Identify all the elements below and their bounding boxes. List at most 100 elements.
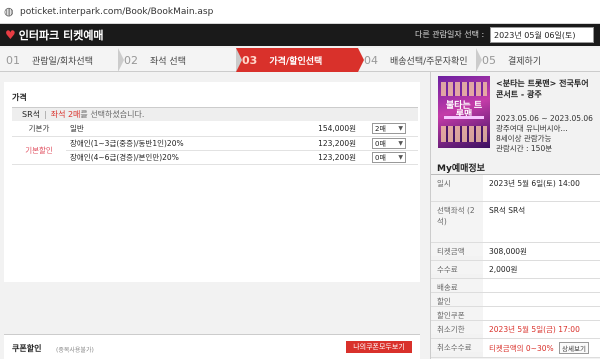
info-value: SR석 SR석 <box>483 202 600 242</box>
quantity-value: 2매 <box>375 125 386 134</box>
step-label: 좌석 선택 <box>150 56 186 67</box>
step-4[interactable]: 04 배송선택/주문자확인 <box>358 48 482 72</box>
poster-figures <box>441 82 487 96</box>
step-number: 03 <box>242 53 258 67</box>
price-panel-title: 가격 <box>12 93 27 102</box>
heart-logo-icon: ♥ <box>5 28 16 42</box>
event-venue: 광주여대 유니버시아... <box>496 124 568 133</box>
step-label: 가격/할인선택 <box>269 56 323 67</box>
date-select[interactable]: 2023년 05월 06일(토) <box>490 27 594 43</box>
qty-cell: 0매 ▼ <box>368 136 418 151</box>
seat-grade-row: SR석 | 좌석 2매 를 선택하셨습니다. <box>12 107 418 121</box>
coupon-subtitle: (중복사용불가) <box>56 347 94 354</box>
coupon-section: 쿠폰할인 (중복사용불가) 나의쿠폰모두보기 <box>4 334 420 359</box>
info-row: 선택좌석 (2석) SR석 SR석 <box>431 202 600 243</box>
price-name: 장애인(1~3급(중증)/동반1인)20% <box>66 136 288 151</box>
info-row: 수수료 2,000원 <box>431 261 600 279</box>
info-value: 티켓금액의 0~30% 상세보기 <box>483 339 600 357</box>
step-number: 05 <box>482 53 496 67</box>
view-coupons-button[interactable]: 나의쿠폰모두보기 <box>346 341 412 353</box>
price-amount: 123,200원 <box>288 136 368 151</box>
site-logo-text: 인터파크 티켓예매 <box>18 29 104 42</box>
event-info: 2023.05.06 ~ 2023.05.06 광주여대 유니버시아... 8세… <box>496 114 596 154</box>
price-amount: 123,200원 <box>288 150 368 165</box>
info-key: 티켓금액 <box>431 243 483 256</box>
step-5[interactable]: 05 결제하기 <box>476 48 600 72</box>
step-number: 04 <box>364 53 378 67</box>
step-label: 배송선택/주문자확인 <box>390 56 468 67</box>
quantity-value: 0매 <box>375 153 386 162</box>
cancel-fee: 티켓금액의 0~30% <box>489 344 554 353</box>
poster-bar <box>444 116 484 119</box>
globe-icon: ◍ <box>4 4 14 18</box>
chevron-right-icon <box>236 48 242 72</box>
step-3[interactable]: 03 가격/할인선택 <box>236 48 364 72</box>
step-label: 결제하기 <box>508 56 542 67</box>
info-key: 선택좌석 (2석) <box>431 202 483 242</box>
info-row: 티켓금액 308,000원 <box>431 243 600 261</box>
info-row: 배송료 <box>431 279 600 293</box>
price-amount: 154,000원 <box>288 122 368 137</box>
step-number: 01 <box>6 53 20 67</box>
info-key: 수수료 <box>431 261 483 274</box>
site-header: ♥ 인터파크 티켓예매 다른 관람일자 선택 : 2023년 05월 06일(토… <box>0 24 600 46</box>
price-name: 일반 <box>66 122 288 137</box>
event-dates: 2023.05.06 ~ 2023.05.06 <box>496 114 593 123</box>
quantity-select[interactable]: 0매 ▼ <box>372 151 406 163</box>
quantity-select[interactable]: 0매 ▼ <box>372 137 406 149</box>
event-poster: 불타는 트롯맨 <box>438 76 490 148</box>
coupon-title: 쿠폰할인 <box>12 344 42 353</box>
date-select-label: 다른 관람일자 선택 : <box>415 30 485 39</box>
price-name: 장애인(4~6급(경증)/본인만)20% <box>66 150 288 165</box>
browser-address-bar[interactable]: ◍ poticket.interpark.com/Book/BookMain.a… <box>0 0 600 24</box>
price-table: 기본가 일반 154,000원 2매 ▼ 기본할인 장애인(1~3급(중증)/동반… <box>12 122 418 165</box>
price-row: 기본가 일반 154,000원 2매 ▼ <box>12 122 418 137</box>
chevron-down-icon: ▼ <box>398 125 403 133</box>
info-value: 308,000원 <box>483 243 600 260</box>
event-title: <분타는 트롯맨> 전국투어 콘서트 - 광주 <box>496 79 589 99</box>
quantity-select[interactable]: 2매 ▼ <box>372 123 406 135</box>
seat-message: 를 선택하셨습니다. <box>80 110 145 119</box>
info-row: 할인쿠폰 <box>431 307 600 321</box>
info-key: 할인쿠폰 <box>431 307 483 320</box>
booking-sidebar: 불타는 트롯맨 <분타는 트롯맨> 전국투어 콘서트 - 광주 2023.05.… <box>430 72 600 359</box>
chevron-down-icon: ▼ <box>398 153 403 161</box>
info-key: 일시 <box>431 175 483 201</box>
info-value: 2,000원 <box>483 261 600 278</box>
event-duration: 관람시간 : 150분 <box>496 144 553 153</box>
info-value <box>483 279 600 292</box>
booking-info-table: 일시 2023년 5월 6일(토) 14:00 선택좌석 (2석) SR석 SR… <box>431 174 600 358</box>
price-row: 장애인(4~6급(경증)/본인만)20% 123,200원 0매 ▼ <box>12 150 418 165</box>
seat-grade: SR석 <box>22 110 40 119</box>
step-label: 관람일/회차선택 <box>32 56 93 67</box>
info-row: 할인 <box>431 293 600 307</box>
qty-cell: 2매 ▼ <box>368 122 418 137</box>
info-key: 할인 <box>431 293 483 306</box>
price-row: 기본할인 장애인(1~3급(중증)/동반1인)20% 123,200원 0매 ▼ <box>12 136 418 165</box>
chevron-right-icon <box>118 48 124 72</box>
chevron-right-icon <box>476 48 482 72</box>
info-row: 취소기한 2023년 5월 5일(금) 17:00 <box>431 321 600 339</box>
poster-figures <box>441 126 487 142</box>
step-1[interactable]: 01 관람일/회차선택 <box>0 48 124 72</box>
step-number: 02 <box>124 53 138 67</box>
info-row: 일시 2023년 5월 6일(토) 14:00 <box>431 175 600 202</box>
view-details-button[interactable]: 상세보기 <box>559 342 589 354</box>
price-category: 기본가 <box>12 122 66 137</box>
date-select-value: 2023년 05월 06일(토) <box>494 31 576 40</box>
info-value: 2023년 5월 6일(토) 14:00 <box>483 175 600 201</box>
price-panel: 가격 SR석 | 좌석 2매 를 선택하셨습니다. 기본가 일반 154,000… <box>4 82 420 282</box>
info-key: 취소수수료 <box>431 339 483 352</box>
cancel-deadline: 2023년 5월 5일(금) 17:00 <box>483 321 600 338</box>
step-2[interactable]: 02 좌석 선택 <box>118 48 242 72</box>
quantity-value: 0매 <box>375 139 386 148</box>
seat-count: 좌석 2매 <box>50 110 81 119</box>
my-booking-title: My예매정보 <box>437 164 485 174</box>
chevron-down-icon: ▼ <box>398 139 403 147</box>
info-value <box>483 293 600 306</box>
info-key: 취소기한 <box>431 321 483 334</box>
info-row: 취소수수료 티켓금액의 0~30% 상세보기 <box>431 339 600 358</box>
info-key: 배송료 <box>431 279 483 292</box>
url-text[interactable]: poticket.interpark.com/Book/BookMain.asp <box>20 7 213 17</box>
price-category: 기본할인 <box>12 136 66 165</box>
